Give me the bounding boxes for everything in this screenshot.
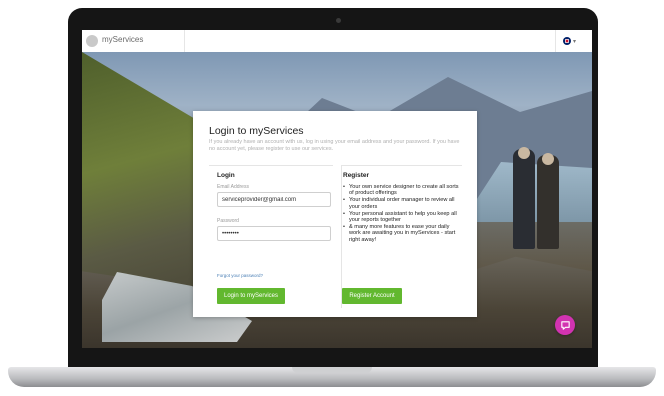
login-section: Login Email Address Password Forgot your… (209, 165, 333, 308)
chevron-down-icon: ▾ (573, 38, 577, 45)
register-heading: Register (343, 172, 370, 179)
list-item: Your personal assistant to help you keep… (343, 211, 461, 224)
register-section: Register Your own service designer to cr… (341, 165, 462, 308)
chat-button[interactable] (555, 315, 575, 335)
laptop-notch (292, 367, 372, 373)
register-button[interactable]: Register Account (342, 288, 402, 304)
password-label: Password (217, 218, 239, 224)
header-divider (555, 30, 556, 52)
uk-flag-icon (563, 37, 571, 45)
login-heading: Login (217, 172, 235, 179)
list-item: Your own service designer to create all … (343, 184, 461, 197)
header-divider (184, 30, 185, 52)
webcam (336, 18, 341, 23)
login-button[interactable]: Login to myServices (217, 288, 285, 304)
language-selector[interactable]: ▾ (563, 36, 585, 46)
laptop-screen: myServices ▾ Login to myServices If you … (82, 30, 592, 348)
feature-list: Your own service designer to create all … (343, 184, 461, 244)
forgot-password-link[interactable]: Forgot your password? (217, 273, 263, 278)
hikers (507, 144, 567, 249)
list-item: & many more features to ease your daily … (343, 224, 461, 243)
list-item: Your individual order manager to review … (343, 197, 461, 210)
brand-logo-icon[interactable] (86, 35, 98, 47)
app-header: myServices ▾ (82, 30, 592, 53)
email-label: Email Address (217, 184, 249, 190)
page-title: Login to myServices (209, 125, 304, 137)
chat-bubble-icon (560, 320, 570, 330)
email-field[interactable] (217, 192, 331, 207)
brand-name[interactable]: myServices (102, 35, 143, 44)
login-card: Login to myServices If you already have … (193, 111, 477, 317)
password-field[interactable] (217, 226, 331, 241)
intro-text: If you already have an account with us, … (209, 139, 460, 152)
